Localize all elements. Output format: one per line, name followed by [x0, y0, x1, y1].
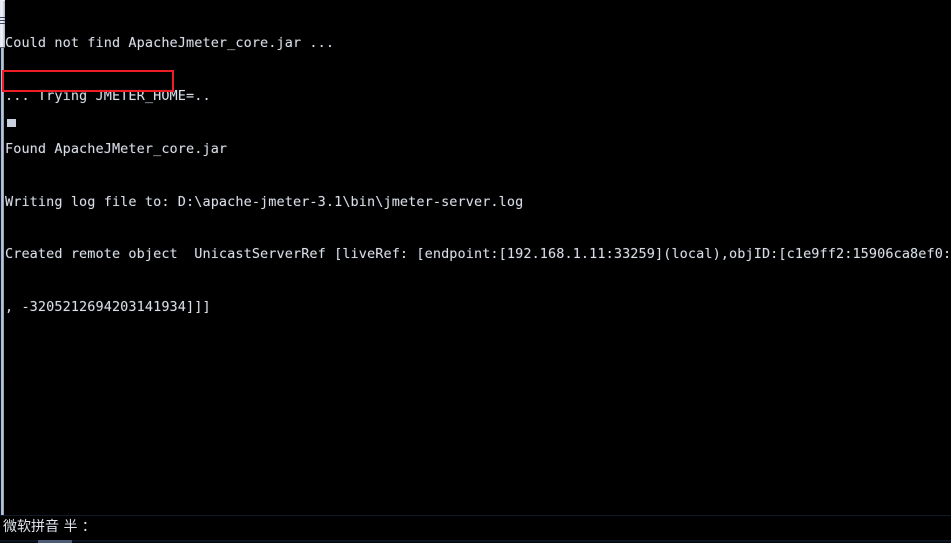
- ime-status-bar[interactable]: 微软拼音 半 ：: [0, 515, 951, 543]
- ime-status-label: 微软拼音 半 ：: [3, 519, 96, 535]
- console-line: ... Trying JMETER_HOME=..: [5, 87, 211, 104]
- console-line: Writing log file to: D:\apache-jmeter-3.…: [5, 193, 524, 210]
- ime-bar-top-edge: [0, 515, 951, 516]
- console-line: Found ApacheJMeter_core.jar: [5, 140, 228, 157]
- console-line: , -3205212694203141934]]]: [5, 299, 211, 316]
- console-line: Could not find ApacheJmeter_core.jar ...: [5, 35, 335, 52]
- console-cursor: [7, 119, 16, 127]
- console-output: Could not find ApacheJmeter_core.jar ...…: [5, 0, 951, 352]
- command-prompt-window[interactable]: Could not find ApacheJmeter_core.jar ...…: [0, 0, 951, 543]
- scrollbar-track[interactable]: [1, 0, 4, 543]
- console-line-created-remote-object: Created remote object UnicastServerRef […: [5, 246, 951, 263]
